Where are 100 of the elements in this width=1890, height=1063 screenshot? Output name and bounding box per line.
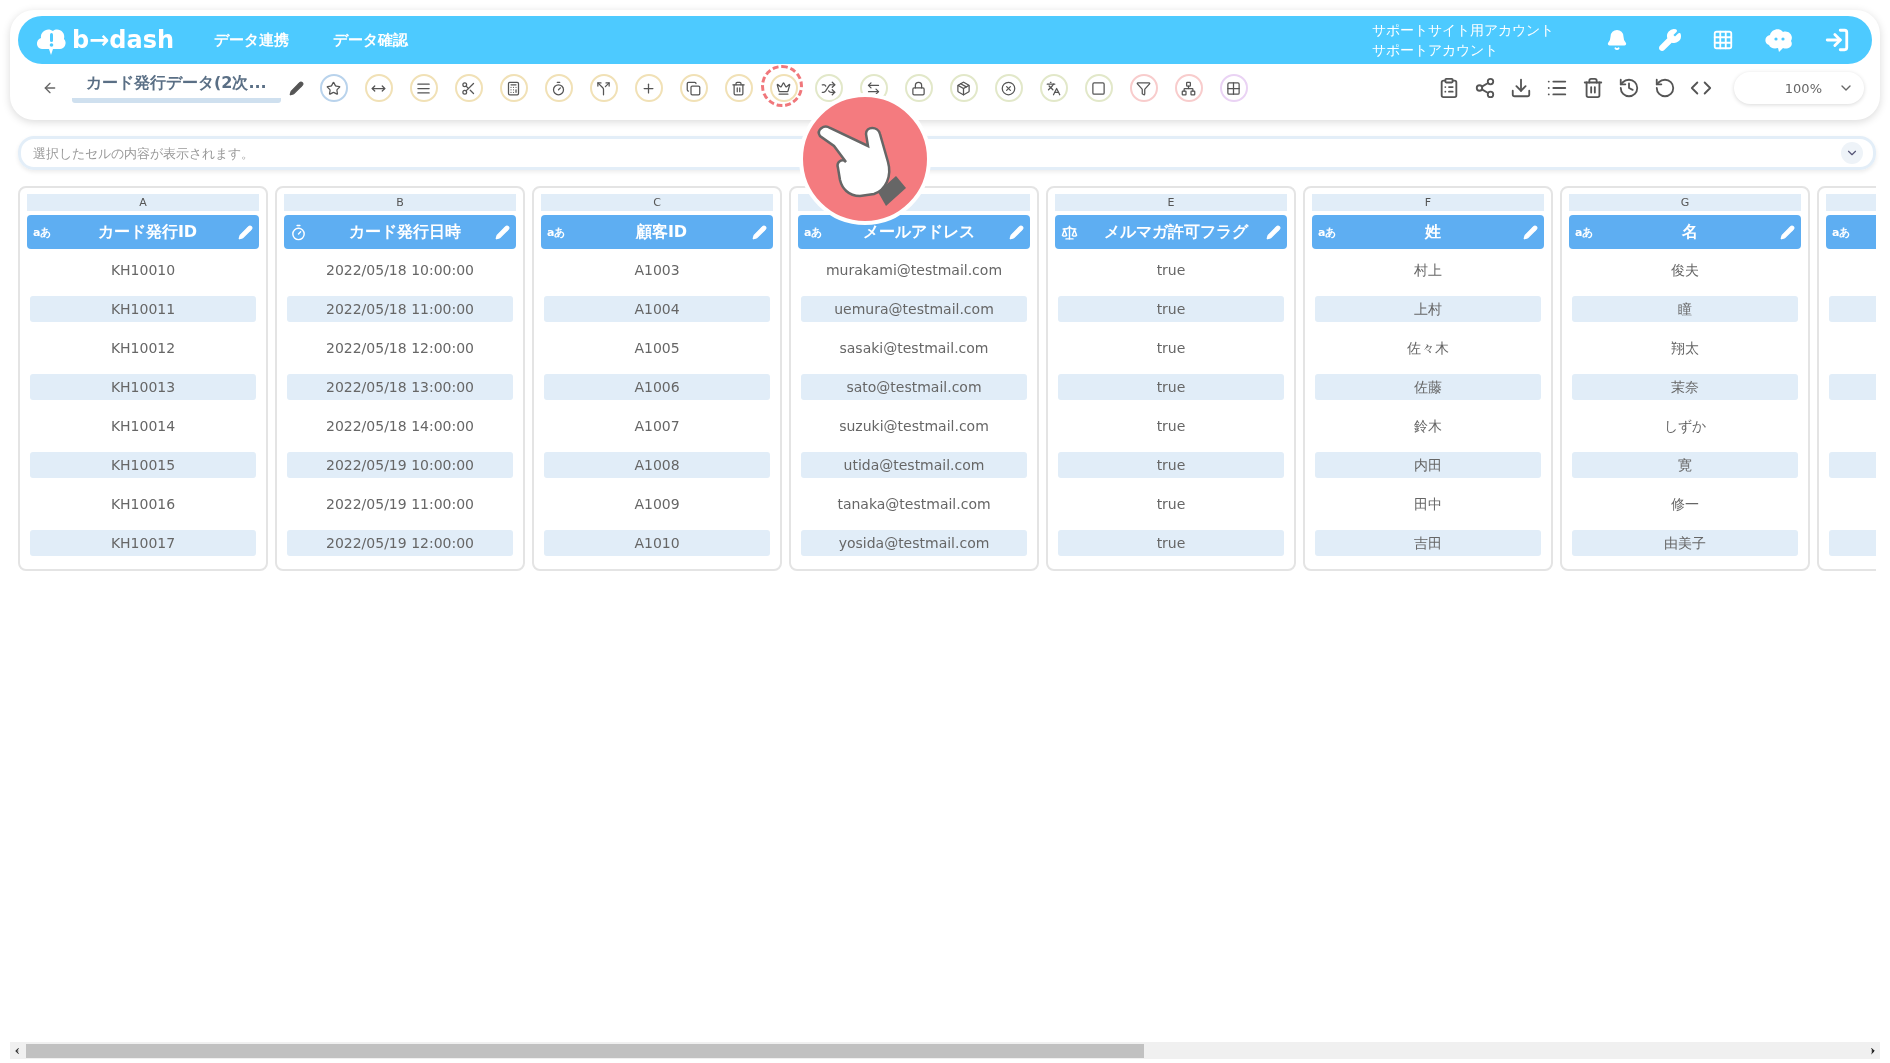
tool-button[interactable] bbox=[679, 74, 708, 102]
tool-button[interactable] bbox=[364, 74, 393, 102]
tool-button[interactable] bbox=[949, 74, 978, 102]
action-button[interactable] bbox=[1510, 77, 1532, 99]
column-header[interactable]: メルマガ許可フラグ bbox=[1055, 215, 1287, 249]
account-name: サポートサイト用アカウント bbox=[1372, 21, 1554, 40]
action-button[interactable] bbox=[1582, 77, 1604, 99]
table-cell-text: 佐々木 bbox=[1406, 339, 1450, 358]
edit-icon bbox=[1780, 224, 1795, 240]
tool-button[interactable] bbox=[1174, 74, 1203, 102]
edit-icon bbox=[1523, 224, 1538, 240]
column-header[interactable]: aあ 名 bbox=[1569, 215, 1801, 249]
column-header[interactable]: aあ 顧客ID bbox=[541, 215, 773, 249]
table-cell-text: 翔太 bbox=[1670, 339, 1700, 358]
type-label: aあ bbox=[1832, 224, 1852, 240]
table-cell-text: KH10014 bbox=[109, 417, 177, 436]
highlight-ring bbox=[760, 65, 803, 107]
formula-field[interactable]: 選択したセルの内容が表示されます。 bbox=[31, 144, 1841, 162]
expand-button[interactable] bbox=[1841, 142, 1863, 164]
table-cell-text: suzuki@testmail.com bbox=[838, 417, 990, 436]
mascot-icon bbox=[1764, 27, 1794, 53]
nav-link[interactable]: データ連携 bbox=[214, 30, 290, 50]
column-letter: E bbox=[1055, 194, 1287, 211]
table-cell: utida@testmail.com bbox=[801, 452, 1027, 478]
formula-bar[interactable]: 選択したセルの内容が表示されます。 bbox=[18, 136, 1876, 170]
table-cell-text: A1007 bbox=[633, 417, 681, 436]
type-label: aあ bbox=[1318, 224, 1338, 240]
shuffle-icon bbox=[821, 80, 837, 96]
table-cell-text: sasaki@testmail.com bbox=[838, 339, 990, 358]
column-header[interactable]: aあ カード発行ID bbox=[27, 215, 259, 249]
bell-icon bbox=[1606, 29, 1628, 51]
zoom-select[interactable]: 100% bbox=[1734, 72, 1864, 104]
back-button[interactable] bbox=[42, 80, 58, 96]
column-header[interactable]: aあ 姓 bbox=[1312, 215, 1544, 249]
tool-button[interactable] bbox=[499, 74, 528, 102]
action-button[interactable] bbox=[1618, 77, 1640, 99]
table-cell-text: 鈴木 bbox=[1413, 417, 1443, 436]
scroll-right-icon[interactable] bbox=[1868, 1045, 1878, 1056]
package-icon bbox=[956, 80, 972, 96]
column-name: メールアドレス bbox=[861, 221, 976, 243]
table-cell-text: murakami@testmail.com bbox=[824, 261, 1003, 280]
type-label: aあ bbox=[804, 224, 824, 240]
tool-button[interactable] bbox=[409, 74, 438, 102]
type-label: aあ bbox=[1575, 224, 1595, 240]
nav-link[interactable]: データ確認 bbox=[333, 30, 409, 50]
table-cell-text: A1009 bbox=[633, 495, 681, 514]
tool-button[interactable] bbox=[769, 74, 798, 102]
account-name: サポートアカウント bbox=[1372, 41, 1499, 60]
download-icon bbox=[1510, 77, 1532, 99]
tool-button[interactable] bbox=[1084, 74, 1113, 102]
tool-button[interactable] bbox=[724, 74, 753, 102]
edit-icon bbox=[495, 224, 510, 240]
tool-button[interactable] bbox=[1039, 74, 1068, 102]
tool-button[interactable] bbox=[994, 74, 1023, 102]
edit-icon bbox=[752, 224, 767, 240]
table-cell: 由美子 bbox=[1572, 530, 1798, 556]
column-header[interactable]: aあ メールアドレス bbox=[798, 215, 1030, 249]
column-name: メルマガ許可フラグ bbox=[1102, 221, 1250, 243]
column-name: 顧客ID bbox=[634, 221, 689, 243]
scroll-left-icon[interactable] bbox=[12, 1045, 22, 1056]
table-cell-text: true bbox=[1155, 339, 1187, 358]
table-cell: 2022/05/18 11:00:00 bbox=[287, 296, 513, 322]
column-letter: G bbox=[1569, 194, 1801, 211]
tool-button[interactable] bbox=[544, 74, 573, 102]
action-button[interactable] bbox=[1654, 77, 1676, 99]
sheet-title[interactable]: カード発行データ(2次... bbox=[72, 73, 281, 103]
table-cell-text: しずか bbox=[1663, 417, 1707, 436]
rename-button[interactable] bbox=[288, 80, 304, 96]
action-button[interactable] bbox=[1438, 77, 1460, 99]
column-header[interactable]: カード発行日時 bbox=[284, 215, 516, 249]
x-circle-icon bbox=[1001, 80, 1017, 96]
tool-button[interactable] bbox=[1219, 74, 1248, 102]
table-cell-text: 2022/05/18 14:00:00 bbox=[325, 417, 475, 436]
table-cell-text: KH10012 bbox=[109, 339, 177, 358]
action-button[interactable] bbox=[1474, 77, 1496, 99]
table-cell: A1010 bbox=[544, 530, 770, 556]
table-cell: true bbox=[1058, 374, 1284, 400]
table-cell-text: tanaka@testmail.com bbox=[836, 495, 992, 514]
crown-icon bbox=[776, 80, 792, 96]
column-name: カード発行日時 bbox=[347, 221, 462, 243]
table-cell: uemura@testmail.com bbox=[801, 296, 1027, 322]
table-cell: yosida@testmail.com bbox=[801, 530, 1027, 556]
timer-icon bbox=[551, 80, 567, 96]
tool-button[interactable] bbox=[1129, 74, 1158, 102]
tool-button[interactable] bbox=[634, 74, 663, 102]
tool-button[interactable] bbox=[454, 74, 483, 102]
table-cell-text: true bbox=[1155, 417, 1187, 436]
tool-button[interactable] bbox=[319, 74, 348, 102]
tool-button[interactable] bbox=[904, 74, 933, 102]
split-icon bbox=[596, 80, 612, 96]
horizontal-scrollbar[interactable] bbox=[10, 1042, 1880, 1059]
column-header[interactable]: aあ bbox=[1826, 215, 1876, 249]
table-cell: 佐藤 bbox=[1315, 374, 1541, 400]
table-cell-text: 田中 bbox=[1413, 495, 1443, 514]
table-cell: 瞳 bbox=[1572, 296, 1798, 322]
tool-button[interactable] bbox=[814, 74, 843, 102]
star-icon bbox=[326, 80, 342, 96]
clipboard-icon bbox=[1438, 77, 1460, 99]
translate-icon bbox=[1046, 80, 1062, 96]
tool-button[interactable] bbox=[589, 74, 618, 102]
